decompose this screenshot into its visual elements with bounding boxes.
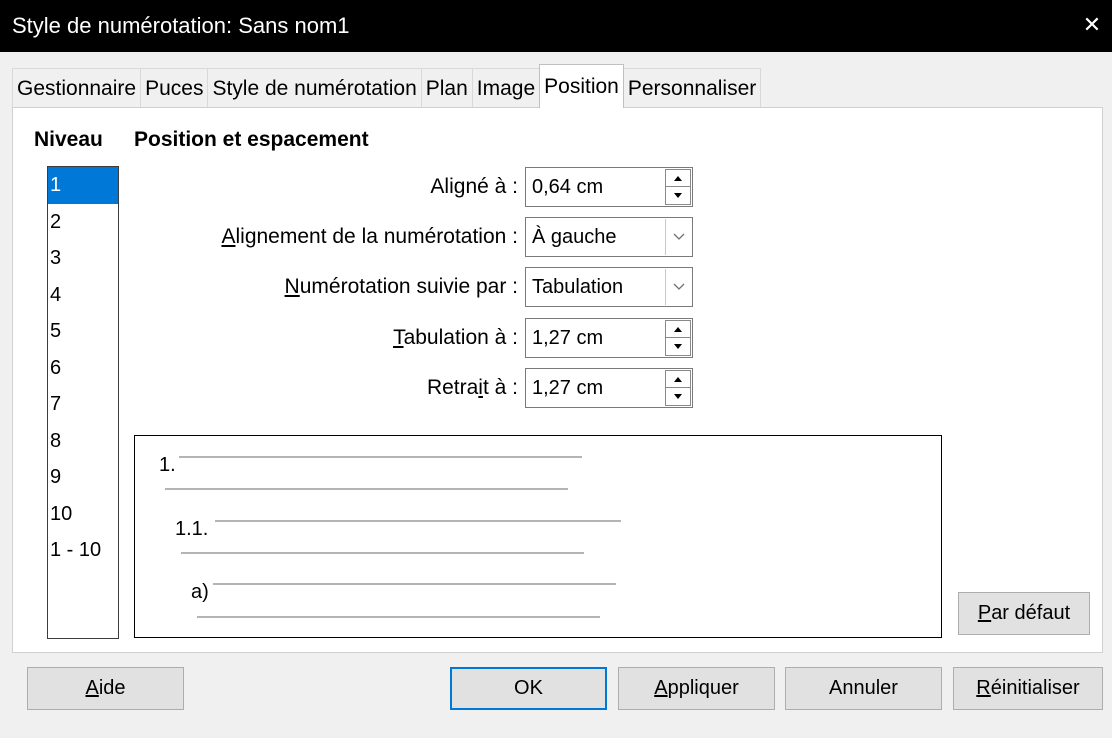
preview-label-level2: 1.1.: [175, 518, 209, 540]
tab-bar: Gestionnaire Puces Style de numérotation…: [12, 64, 762, 108]
level-item-6[interactable]: 6: [48, 350, 118, 387]
tab-personnaliser[interactable]: Personnaliser: [622, 68, 762, 108]
chevron-down-icon[interactable]: [665, 269, 691, 305]
indent-at-spinbox[interactable]: 1,27 cm: [525, 368, 693, 408]
close-icon[interactable]: ✕: [1072, 0, 1112, 52]
cancel-button[interactable]: Annuler: [785, 667, 942, 710]
numbering-alignment-row: Alignement de la numérotation : À gauche: [140, 217, 693, 257]
aligned-at-spinbox[interactable]: 0,64 cm: [525, 167, 693, 207]
tab-stop-at-spinbox[interactable]: 1,27 cm: [525, 318, 693, 358]
level-item-8[interactable]: 8: [48, 423, 118, 460]
spin-up-icon[interactable]: [665, 370, 691, 388]
aligned-at-label: Aligné à :: [430, 175, 518, 198]
preview-line: [215, 520, 621, 522]
numbering-followed-by-row: Numérotation suivie par : Tabulation: [140, 267, 693, 307]
spin-down-icon[interactable]: [665, 388, 691, 406]
level-item-3[interactable]: 3: [48, 240, 118, 277]
level-item-4[interactable]: 4: [48, 277, 118, 314]
tab-plan[interactable]: Plan: [420, 68, 473, 108]
preview-label-level3: a): [191, 581, 209, 603]
numbering-followed-by-dropdown[interactable]: Tabulation: [525, 267, 693, 307]
indent-at-row: Retrait à : 1,27 cm: [140, 368, 693, 408]
tab-image[interactable]: Image: [471, 68, 541, 108]
default-button[interactable]: Par défaut: [958, 592, 1090, 635]
preview-line: [165, 488, 568, 490]
indent-at-label: Retrait à :: [426, 376, 518, 399]
preview-line: [197, 616, 600, 618]
level-heading: Niveau: [34, 128, 103, 151]
indent-at-value[interactable]: 1,27 cm: [532, 369, 603, 407]
spin-down-icon[interactable]: [665, 187, 691, 205]
level-item-1[interactable]: 1: [48, 167, 118, 204]
numbering-followed-by-label: Numérotation suivie par :: [284, 275, 518, 298]
tab-gestionnaire[interactable]: Gestionnaire: [12, 68, 142, 108]
numbering-followed-by-value: Tabulation: [532, 276, 624, 298]
help-button[interactable]: Aide: [27, 667, 184, 710]
tab-puces[interactable]: Puces: [140, 68, 209, 108]
level-item-5[interactable]: 5: [48, 313, 118, 350]
numbering-preview: 1. 1.1. a): [134, 435, 942, 638]
apply-button[interactable]: Appliquer: [618, 667, 775, 710]
level-item-2[interactable]: 2: [48, 204, 118, 241]
chevron-down-icon[interactable]: [665, 219, 691, 255]
tab-style-numerotation[interactable]: Style de numérotation: [207, 68, 422, 108]
spin-up-icon[interactable]: [665, 169, 691, 187]
aligned-at-value[interactable]: 0,64 cm: [532, 168, 603, 206]
window-title: Style de numérotation: Sans nom1: [12, 13, 350, 38]
spin-down-icon[interactable]: [665, 338, 691, 356]
spin-up-icon[interactable]: [665, 320, 691, 338]
level-list[interactable]: 1 2 3 4 5 6 7 8 9 10 1 - 10: [47, 166, 119, 639]
level-item-9[interactable]: 9: [48, 459, 118, 496]
aligned-at-row: Aligné à : 0,64 cm: [140, 167, 693, 207]
title-bar: Style de numérotation: Sans nom1 ✕: [0, 0, 1112, 52]
tab-stop-at-row: Tabulation à : 1,27 cm: [140, 318, 693, 358]
level-item-10[interactable]: 10: [48, 496, 118, 533]
numbering-alignment-label: Alignement de la numérotation :: [221, 225, 518, 248]
tab-stop-at-label: Tabulation à :: [393, 326, 518, 349]
preview-label-level1: 1.: [159, 454, 176, 476]
level-item-1-10[interactable]: 1 - 10: [48, 532, 118, 569]
numbering-alignment-value: À gauche: [532, 226, 617, 248]
tab-stop-at-value[interactable]: 1,27 cm: [532, 319, 603, 357]
level-item-7[interactable]: 7: [48, 386, 118, 423]
tab-position[interactable]: Position: [539, 64, 624, 108]
position-spacing-heading: Position et espacement: [134, 128, 369, 151]
ok-button[interactable]: OK: [450, 667, 607, 710]
preview-line: [213, 583, 616, 585]
reset-button[interactable]: Réinitialiser: [953, 667, 1103, 710]
preview-line: [181, 552, 584, 554]
numbering-alignment-dropdown[interactable]: À gauche: [525, 217, 693, 257]
preview-line: [179, 456, 582, 458]
